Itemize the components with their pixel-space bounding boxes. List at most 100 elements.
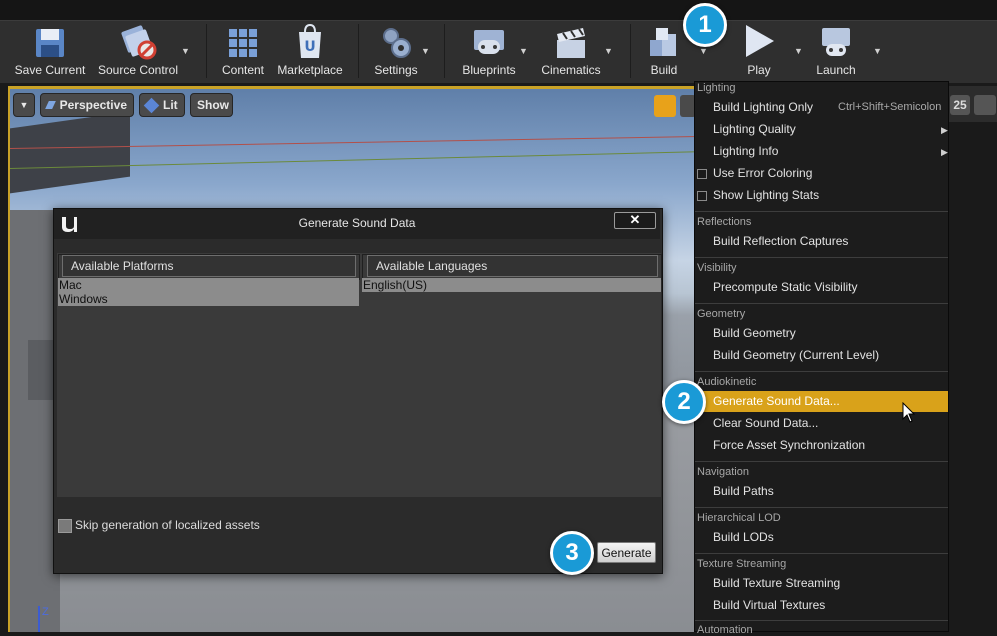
perspective-icon [45, 101, 56, 109]
perspective-button[interactable]: Perspective [40, 93, 134, 117]
menu-divider [695, 507, 948, 508]
menu-item-lighting-info[interactable]: Lighting Info [713, 144, 778, 158]
menu-section-navigation: Navigation [697, 466, 749, 478]
source-control-icon [121, 25, 157, 60]
marketplace-button[interactable]: U Marketplace [274, 20, 346, 82]
marketplace-icon: U [299, 24, 321, 58]
cinematics-icon [557, 28, 585, 58]
menu-item-build-lods[interactable]: Build LODs [713, 530, 774, 544]
save-current-button[interactable]: Save Current [12, 20, 88, 82]
launch-button[interactable]: Launch [810, 20, 862, 82]
platforms-header: Available Platforms [62, 255, 356, 277]
show-label: Show [197, 98, 229, 112]
menu-divider [695, 620, 948, 621]
menu-item-show-lighting-stats[interactable]: Show Lighting Stats [713, 188, 819, 202]
menu-item-build-virtual-textures[interactable]: Build Virtual Textures [713, 598, 825, 612]
menu-item-clear-sound-data[interactable]: Clear Sound Data... [713, 416, 818, 430]
settings-button[interactable]: Settings [368, 20, 424, 82]
menu-divider [695, 553, 948, 554]
language-list-item[interactable]: English(US) [363, 278, 427, 292]
build-button[interactable]: Build [640, 20, 688, 82]
save-icon [36, 29, 64, 57]
menu-item-build-reflection-captures[interactable]: Build Reflection Captures [713, 234, 848, 248]
menu-item-force-asset-synchronization[interactable]: Force Asset Synchronization [713, 438, 865, 452]
camera-speed-button[interactable] [974, 95, 996, 115]
play-icon [746, 25, 774, 57]
settings-icon [383, 28, 411, 58]
submenu-arrow-icon: ▶ [941, 147, 948, 157]
close-icon[interactable]: ✕ [614, 212, 656, 229]
lit-button[interactable]: Lit [139, 93, 185, 117]
skip-localized-checkbox[interactable] [58, 519, 72, 533]
menu-item-build-geometry-current-level[interactable]: Build Geometry (Current Level) [713, 348, 879, 362]
content-label: Content [221, 63, 265, 77]
menu-section-hierarchical-lod: Hierarchical LOD [697, 512, 781, 524]
grid-snap-value[interactable]: 25 [950, 95, 970, 115]
settings-dropdown-icon[interactable]: ▼ [421, 46, 430, 56]
menu-section-audiokinetic: Audiokinetic [697, 376, 757, 388]
cinematics-dropdown-icon[interactable]: ▼ [604, 46, 613, 56]
show-lighting-stats-checkbox[interactable] [697, 191, 707, 201]
toolbar-separator [206, 24, 207, 78]
platform-list-item[interactable]: Windows [59, 292, 108, 306]
generate-button[interactable]: Generate [597, 542, 656, 563]
source-control-dropdown-icon[interactable]: ▼ [181, 46, 190, 56]
build-icon [650, 28, 676, 56]
lit-icon [143, 97, 160, 113]
callout-badge-2: 2 [662, 380, 706, 424]
save-current-label: Save Current [14, 63, 86, 77]
cinematics-button[interactable]: Cinematics [536, 20, 606, 82]
menu-item-build-geometry[interactable]: Build Geometry [713, 326, 796, 340]
skip-localized-label: Skip generation of localized assets [75, 518, 260, 532]
menu-divider [695, 211, 948, 212]
toolbar-separator [444, 24, 445, 78]
use-error-coloring-checkbox[interactable] [697, 169, 707, 179]
title-strip [0, 0, 997, 20]
play-label: Play [747, 63, 771, 77]
menu-section-geometry: Geometry [697, 308, 746, 320]
menu-section-visibility: Visibility [697, 262, 737, 274]
cinematics-label: Cinematics [541, 63, 601, 77]
settings-label: Settings [374, 63, 418, 77]
menu-item-generate-sound-data[interactable]: Generate Sound Data... [713, 394, 840, 408]
source-control-label: Source Control [97, 63, 179, 77]
launch-dropdown-icon[interactable]: ▼ [873, 46, 882, 56]
menu-divider [695, 257, 948, 258]
play-button[interactable]: Play [732, 20, 786, 82]
build-label: Build [650, 63, 678, 77]
content-button[interactable]: Content [214, 20, 272, 82]
blueprints-button[interactable]: Blueprints [456, 20, 522, 82]
build-dropdown-icon[interactable]: ▼ [699, 46, 708, 56]
menu-item-lighting-quality[interactable]: Lighting Quality [713, 122, 796, 136]
viewport-options-button[interactable]: ▼ [13, 93, 35, 117]
menu-item-build-paths[interactable]: Build Paths [713, 484, 774, 498]
platform-list-item[interactable]: Mac [59, 278, 82, 292]
play-dropdown-icon[interactable]: ▼ [794, 46, 803, 56]
menu-divider [695, 461, 948, 462]
shortcut-label: Ctrl+Shift+Semicolon [838, 101, 942, 113]
languages-header: Available Languages [367, 255, 658, 277]
menu-item-build-lighting-only[interactable]: Build Lighting Only [713, 100, 813, 114]
launch-label: Launch [816, 63, 856, 77]
launch-icon [822, 28, 850, 56]
blueprints-icon [474, 30, 504, 54]
source-control-button[interactable]: Source Control [94, 20, 182, 82]
menu-section-reflections: Reflections [697, 216, 752, 228]
blueprints-dropdown-icon[interactable]: ▼ [519, 46, 528, 56]
chevron-down-icon: ▼ [19, 100, 29, 110]
viewport-frame [8, 86, 697, 89]
menu-item-build-texture-streaming[interactable]: Build Texture Streaming [713, 576, 840, 590]
callout-badge-1: 1 [683, 3, 727, 47]
show-button[interactable]: Show [190, 93, 233, 117]
menu-item-precompute-static-visibility[interactable]: Precompute Static Visibility [713, 280, 858, 294]
menu-item-use-error-coloring[interactable]: Use Error Coloring [713, 166, 812, 180]
perspective-label: Perspective [59, 98, 127, 112]
menu-section-automation: Automation [697, 624, 753, 636]
dialog-title: Generate Sound Data [298, 216, 416, 230]
marketplace-label: Marketplace [277, 63, 343, 77]
menu-section-lighting: Lighting [697, 82, 736, 94]
transform-move-icon[interactable] [654, 95, 676, 117]
content-icon [229, 29, 257, 57]
toolbar-separator [630, 24, 631, 78]
menu-divider [695, 371, 948, 372]
